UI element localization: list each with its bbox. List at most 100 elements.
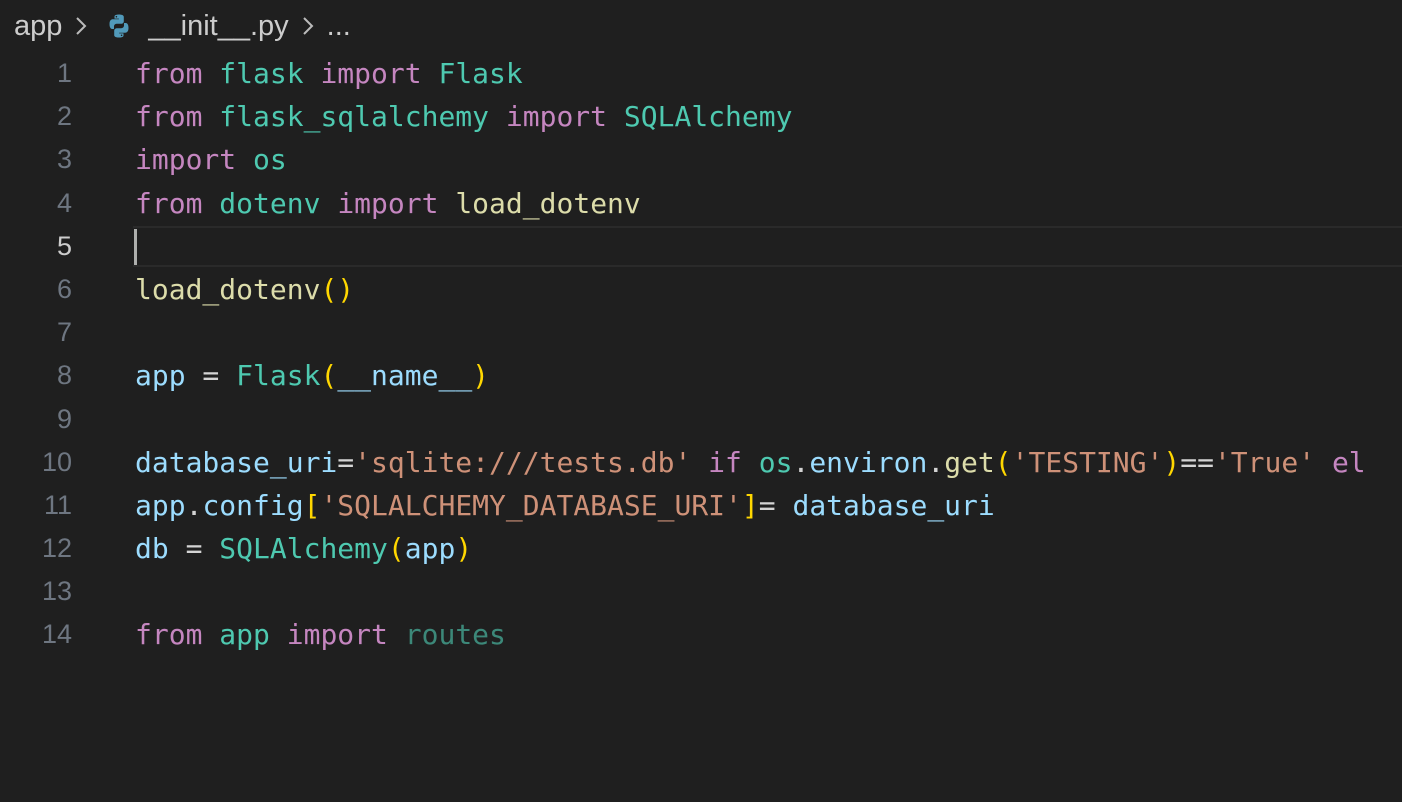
code-token: [ (303, 488, 321, 522)
code-token: ) (1163, 445, 1181, 479)
code-line[interactable]: 8 app = Flask(__name__) (0, 354, 1402, 397)
code-token: ( (994, 445, 1012, 479)
code-line[interactable]: 12 db = SQLAlchemy(app) (0, 527, 1402, 570)
code-token: flask (219, 57, 304, 90)
line-number: 14 (41, 619, 72, 650)
code-text: from flask_sqlalchemy import SQLAlchemy (135, 95, 792, 138)
code-token: = (185, 359, 237, 393)
code-token: . (185, 488, 203, 522)
code-line[interactable]: 11 app.config['SQLALCHEMY_DATABASE_URI']=… (0, 484, 1402, 527)
code-token: ] (741, 488, 759, 522)
code-text: app.config['SQLALCHEMY_DATABASE_URI']= d… (135, 484, 995, 527)
code-token: dotenv (219, 186, 321, 220)
code-token: os (758, 445, 793, 479)
line-number: 7 (56, 317, 72, 348)
code-token: ) (472, 359, 490, 393)
code-token: from (135, 186, 203, 220)
code-line[interactable]: 3 import os (0, 138, 1402, 181)
code-line[interactable]: 10 database_uri='sqlite:///tests.db' if o… (0, 441, 1402, 484)
code-line[interactable]: 7 (0, 311, 1402, 354)
code-token: app (219, 618, 270, 652)
chevron-right-icon (301, 15, 315, 37)
code-token: ( (320, 359, 338, 393)
line-number: 12 (41, 533, 72, 564)
code-token: __name__ (337, 359, 473, 393)
line-number: 9 (56, 403, 72, 434)
breadcrumb-folder[interactable]: app (14, 10, 62, 43)
code-token: import (505, 100, 608, 134)
code-token: import (320, 57, 422, 90)
code-text: app = Flask(__name__) (135, 354, 489, 397)
line-number: 6 (56, 273, 72, 304)
code-editor[interactable]: app __init__.py ... 1 from flask import F… (0, 0, 1402, 802)
code-token: app (404, 532, 456, 566)
line-number: 4 (56, 187, 72, 218)
code-token: = (758, 488, 793, 522)
code-area[interactable]: 1 from flask import Flask 2 from flask_sqla… (0, 52, 1402, 657)
line-number: 11 (43, 489, 72, 520)
code-token: db (135, 532, 169, 566)
code-token: SQLAlchemy (623, 100, 793, 134)
chevron-right-icon (74, 15, 88, 37)
code-line[interactable]: 14 from app import routes (0, 613, 1402, 656)
code-token: () (320, 272, 355, 306)
code-token: SQLAlchemy (219, 532, 388, 566)
code-text: import os (135, 138, 287, 181)
code-token: app (135, 359, 186, 393)
text-cursor (134, 228, 137, 265)
code-token: get (944, 445, 995, 479)
code-token: database_uri (792, 488, 995, 522)
code-line[interactable]: 5 (0, 225, 1402, 268)
code-token: load_dotenv (455, 186, 641, 220)
code-token: load_dotenv (135, 272, 321, 306)
breadcrumb-file[interactable]: __init__.py (148, 10, 288, 43)
code-token: . (792, 445, 810, 479)
code-line[interactable]: 2 from flask_sqlalchemy import SQLAlchemy (0, 95, 1402, 138)
code-token: Flask (438, 57, 523, 90)
code-token: app (135, 488, 186, 522)
line-number: 3 (56, 144, 72, 175)
python-icon (106, 13, 132, 39)
line-number: 8 (56, 360, 72, 391)
breadcrumb-more[interactable]: ... (327, 10, 351, 43)
code-token: == (1180, 445, 1214, 479)
code-line[interactable]: 13 (0, 570, 1402, 613)
code-token: import (286, 618, 388, 652)
code-token: 'SQLALCHEMY_DATABASE_URI' (320, 488, 742, 522)
code-line[interactable]: 4 from dotenv import load_dotenv (0, 182, 1402, 225)
line-number: 10 (41, 446, 72, 477)
line-number: 13 (41, 576, 72, 607)
code-line[interactable]: 6 load_dotenv() (0, 268, 1402, 311)
code-token: = (168, 532, 220, 566)
code-text: db = SQLAlchemy(app) (135, 527, 472, 570)
code-token: os (253, 143, 287, 177)
code-line[interactable]: 1 from flask import Flask (0, 52, 1402, 95)
line-number: 5 (56, 230, 72, 261)
code-text: from flask import Flask (135, 52, 523, 95)
breadcrumb: app __init__.py ... (0, 0, 1402, 52)
code-token: ) (455, 532, 473, 566)
code-token: from (135, 57, 203, 90)
code-line[interactable]: 9 (0, 398, 1402, 441)
code-token: from (135, 618, 203, 652)
code-token: flask_sqlalchemy (219, 100, 490, 134)
code-token: import (337, 186, 439, 220)
code-token: if (708, 445, 742, 479)
code-token: . (927, 445, 945, 479)
line-number: 1 (56, 58, 72, 88)
